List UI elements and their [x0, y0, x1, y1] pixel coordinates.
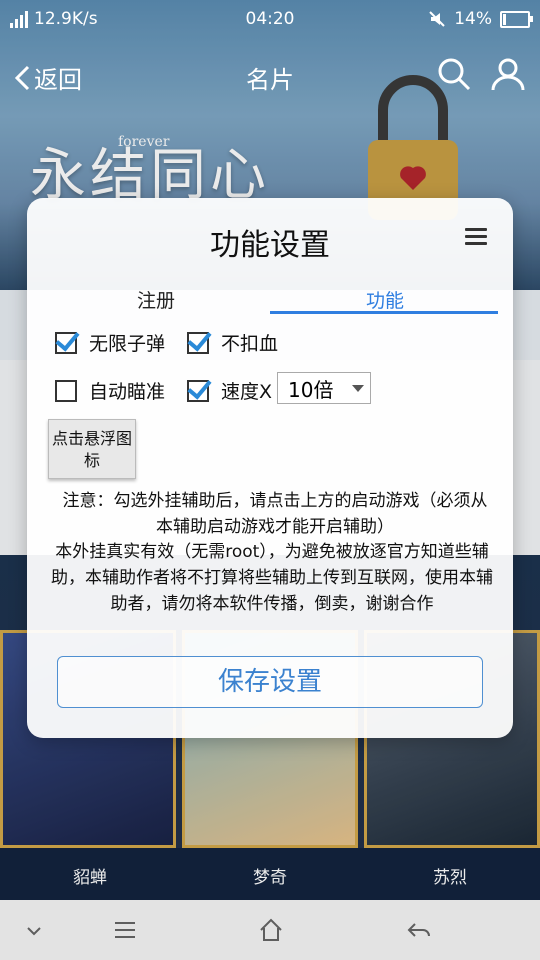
- function-settings-dialog: 功能设置 注册 功能 无限子弹 不扣血 自动瞄准 速度X 10倍 点击悬浮图标 …: [27, 198, 513, 738]
- option-auto-aim[interactable]: 自动瞄准: [55, 377, 165, 404]
- tab-register[interactable]: 注册: [41, 286, 271, 313]
- checkbox-unlimited-ammo[interactable]: [55, 331, 77, 354]
- checkbox-speed[interactable]: [187, 379, 209, 402]
- option-label: 无限子弹: [89, 333, 166, 355]
- option-label: 速度X: [221, 381, 273, 403]
- option-label: 自动瞄准: [89, 381, 166, 403]
- speed-multiplier-value: 10倍: [288, 377, 334, 402]
- status-bar: 12.9K/s 04:20 14%: [0, 0, 540, 38]
- dialog-title: 功能设置: [210, 228, 330, 263]
- option-speed[interactable]: 速度X: [187, 377, 272, 404]
- checkbox-auto-aim[interactable]: [55, 379, 77, 402]
- user-icon[interactable]: [490, 56, 526, 92]
- mute-icon: [429, 11, 445, 27]
- float-icon-button[interactable]: 点击悬浮图标: [48, 419, 136, 479]
- checkbox-no-damage[interactable]: [187, 331, 209, 354]
- notice-text: 注意：勾选外挂辅助后，请点击上方的启动游戏（必须从本辅助启动游戏才能开启辅助）: [62, 491, 488, 537]
- option-unlimited-ammo[interactable]: 无限子弹: [55, 329, 165, 356]
- dropdown-caret-icon: [352, 385, 364, 392]
- tab-function[interactable]: 功能: [270, 286, 500, 313]
- battery-icon: [500, 10, 533, 28]
- option-no-damage[interactable]: 不扣血: [187, 329, 278, 356]
- save-settings-button[interactable]: 保存设置: [57, 656, 483, 708]
- hamburger-menu-icon[interactable]: [465, 228, 487, 246]
- battery-percent: 14%: [454, 9, 492, 29]
- search-icon[interactable]: [436, 56, 472, 92]
- description-text: 本外挂真实有效（无需root），为避免被放逐官方知道些辅助，本辅助作者将不打算将…: [51, 542, 493, 614]
- speed-multiplier-select[interactable]: 10倍: [277, 372, 371, 404]
- option-label: 不扣血: [221, 333, 279, 355]
- app-header: 返回 名片: [0, 38, 540, 112]
- active-tab-indicator: [270, 311, 498, 314]
